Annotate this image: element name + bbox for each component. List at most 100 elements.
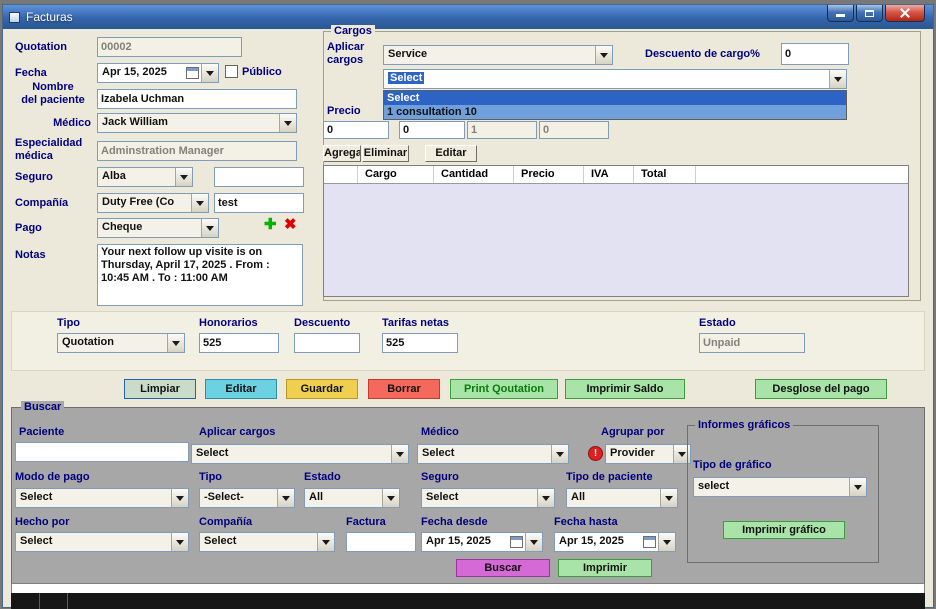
fecha-hasta-arrow[interactable] <box>658 533 675 551</box>
tipo-grafico-arrow[interactable] <box>849 478 866 496</box>
medico-combobox[interactable]: Jack William <box>97 113 297 133</box>
pago-dropdown-arrow[interactable] <box>201 219 218 237</box>
estado-search-arrow[interactable] <box>382 489 399 507</box>
cargo-combobox-arrow[interactable] <box>829 70 846 88</box>
seguro-value: Alba <box>98 168 175 186</box>
descuento-cargo-input[interactable] <box>781 43 849 65</box>
especialidad-input <box>97 141 297 161</box>
compania-search-arrow[interactable] <box>317 533 334 551</box>
seguro-dropdown-arrow[interactable] <box>175 168 192 186</box>
fecha-hasta-value: Apr 15, 2025 <box>555 533 643 551</box>
publico-label: Público <box>242 66 282 79</box>
publico-checkbox[interactable] <box>225 65 238 78</box>
factura-input[interactable] <box>346 532 416 552</box>
fecha-desde-datepicker[interactable]: Apr 15, 2025 <box>421 532 543 552</box>
desglose-pago-button[interactable]: Desglose del pago <box>755 379 887 399</box>
paciente-search-input[interactable] <box>15 442 189 462</box>
aplicar-cargos-search-combobox[interactable]: Select <box>191 444 409 464</box>
compania-dropdown-arrow[interactable] <box>191 194 208 212</box>
modo-pago-value: Select <box>16 489 171 507</box>
eliminar-button[interactable]: Eliminar <box>362 145 409 162</box>
close-button[interactable] <box>885 5 925 22</box>
seguro-combobox[interactable]: Alba <box>97 167 193 187</box>
borrar-button[interactable]: Borrar <box>368 379 440 399</box>
print-qoutation-button[interactable]: Print Qoutation <box>450 379 558 399</box>
buscar-button[interactable]: Buscar <box>456 559 550 577</box>
tipo-search-arrow[interactable] <box>277 489 294 507</box>
fecha-desde-arrow[interactable] <box>525 533 542 551</box>
precio-input[interactable] <box>323 121 389 139</box>
modo-pago-arrow[interactable] <box>171 489 188 507</box>
hecho-por-label: Hecho por <box>15 516 69 529</box>
tipo-cargo-value: Service <box>384 46 595 64</box>
compania-search-value: Select <box>200 533 317 551</box>
tipo-cargo-dropdown-arrow[interactable] <box>595 46 612 64</box>
agrupar-por-value: Provider <box>606 445 673 463</box>
cargo-option-select[interactable]: Select <box>384 91 846 105</box>
honorarios-input[interactable] <box>199 333 279 353</box>
fecha-label: Fecha <box>15 67 47 80</box>
estado-search-combobox[interactable]: All <box>304 488 400 508</box>
aplicar-cargos-search-arrow[interactable] <box>391 445 408 463</box>
minimize-button[interactable] <box>827 5 854 22</box>
tipo-paciente-arrow[interactable] <box>660 489 677 507</box>
agregar-button[interactable]: Agregar <box>323 145 361 162</box>
compania-search-combobox[interactable]: Select <box>199 532 335 552</box>
descuento-cargo-label: Descuento de cargo% <box>645 48 760 61</box>
title-bar[interactable]: Facturas <box>3 5 933 29</box>
window-title: Facturas <box>26 10 73 24</box>
tipo-combobox[interactable]: Quotation <box>57 333 185 353</box>
medico-search-arrow[interactable] <box>551 445 568 463</box>
limpiar-button[interactable]: Limpiar <box>124 379 196 399</box>
aplicar-cargos-label: Aplicar cargos <box>327 41 364 67</box>
imprimir-button[interactable]: Imprimir <box>558 559 652 577</box>
editar-button[interactable]: Editar <box>205 379 277 399</box>
seguro-detail-input[interactable] <box>214 167 304 187</box>
pago-label: Pago <box>15 222 42 235</box>
fecha-desde-calendar-icon <box>510 536 523 548</box>
tipo-paciente-label: Tipo de paciente <box>566 471 653 484</box>
cargo-option-consultation[interactable]: 1 consultation 10 <box>384 105 846 119</box>
close-icon <box>899 7 911 19</box>
facturas-window: Facturas Quotation Fecha Apr 15, 2025 Pú… <box>2 4 934 608</box>
editar-cargo-button[interactable]: Editar <box>425 145 477 162</box>
tipo-search-combobox[interactable]: -Select- <box>199 488 295 508</box>
tipo-cargo-combobox[interactable]: Service <box>383 45 613 65</box>
imprimir-grafico-button[interactable]: Imprimir gráfico <box>723 521 845 539</box>
grid-header-total: Total <box>634 166 696 183</box>
notas-textarea[interactable]: Your next follow up visite is on Thursda… <box>97 244 303 306</box>
fecha-hasta-datepicker[interactable]: Apr 15, 2025 <box>554 532 676 552</box>
seguro-search-arrow[interactable] <box>537 489 554 507</box>
maximize-icon <box>865 10 874 17</box>
cargo-combobox[interactable]: Select <box>383 69 847 89</box>
hecho-por-combobox[interactable]: Select <box>15 532 189 552</box>
fecha-datepicker[interactable]: Apr 15, 2025 <box>97 63 219 83</box>
guardar-button[interactable]: Guardar <box>286 379 358 399</box>
modo-pago-combobox[interactable]: Select <box>15 488 189 508</box>
compania-detail-input[interactable] <box>214 193 304 213</box>
tarifas-netas-input[interactable] <box>382 333 458 353</box>
add-payment-icon[interactable]: ✚ <box>264 215 277 233</box>
descuento-input[interactable] <box>294 333 360 353</box>
nombre-paciente-input[interactable] <box>97 89 297 109</box>
fecha-dropdown-arrow[interactable] <box>201 64 218 82</box>
medico-search-combobox[interactable]: Select <box>417 444 569 464</box>
seguro-search-value: Select <box>422 489 537 507</box>
seguro-search-combobox[interactable]: Select <box>421 488 555 508</box>
factura-label: Factura <box>346 516 386 529</box>
imprimir-saldo-button[interactable]: Imprimir Saldo <box>565 379 685 399</box>
calendar-icon <box>186 67 199 79</box>
cantidad-input[interactable] <box>399 121 465 139</box>
tipo-grafico-combobox[interactable]: select <box>693 477 867 497</box>
medico-dropdown-arrow[interactable] <box>279 114 296 132</box>
maximize-button[interactable] <box>856 5 883 22</box>
tipo-paciente-combobox[interactable]: All <box>566 488 678 508</box>
cargos-grid-body <box>324 184 908 297</box>
compania-combobox[interactable]: Duty Free (Co <box>97 193 209 213</box>
agrupar-por-combobox[interactable]: Provider <box>605 444 691 464</box>
grid-header-iva: IVA <box>584 166 634 183</box>
pago-combobox[interactable]: Cheque <box>97 218 219 238</box>
delete-payment-icon[interactable]: ✖ <box>284 215 297 233</box>
hecho-por-arrow[interactable] <box>171 533 188 551</box>
tipo-dropdown-arrow[interactable] <box>167 334 184 352</box>
